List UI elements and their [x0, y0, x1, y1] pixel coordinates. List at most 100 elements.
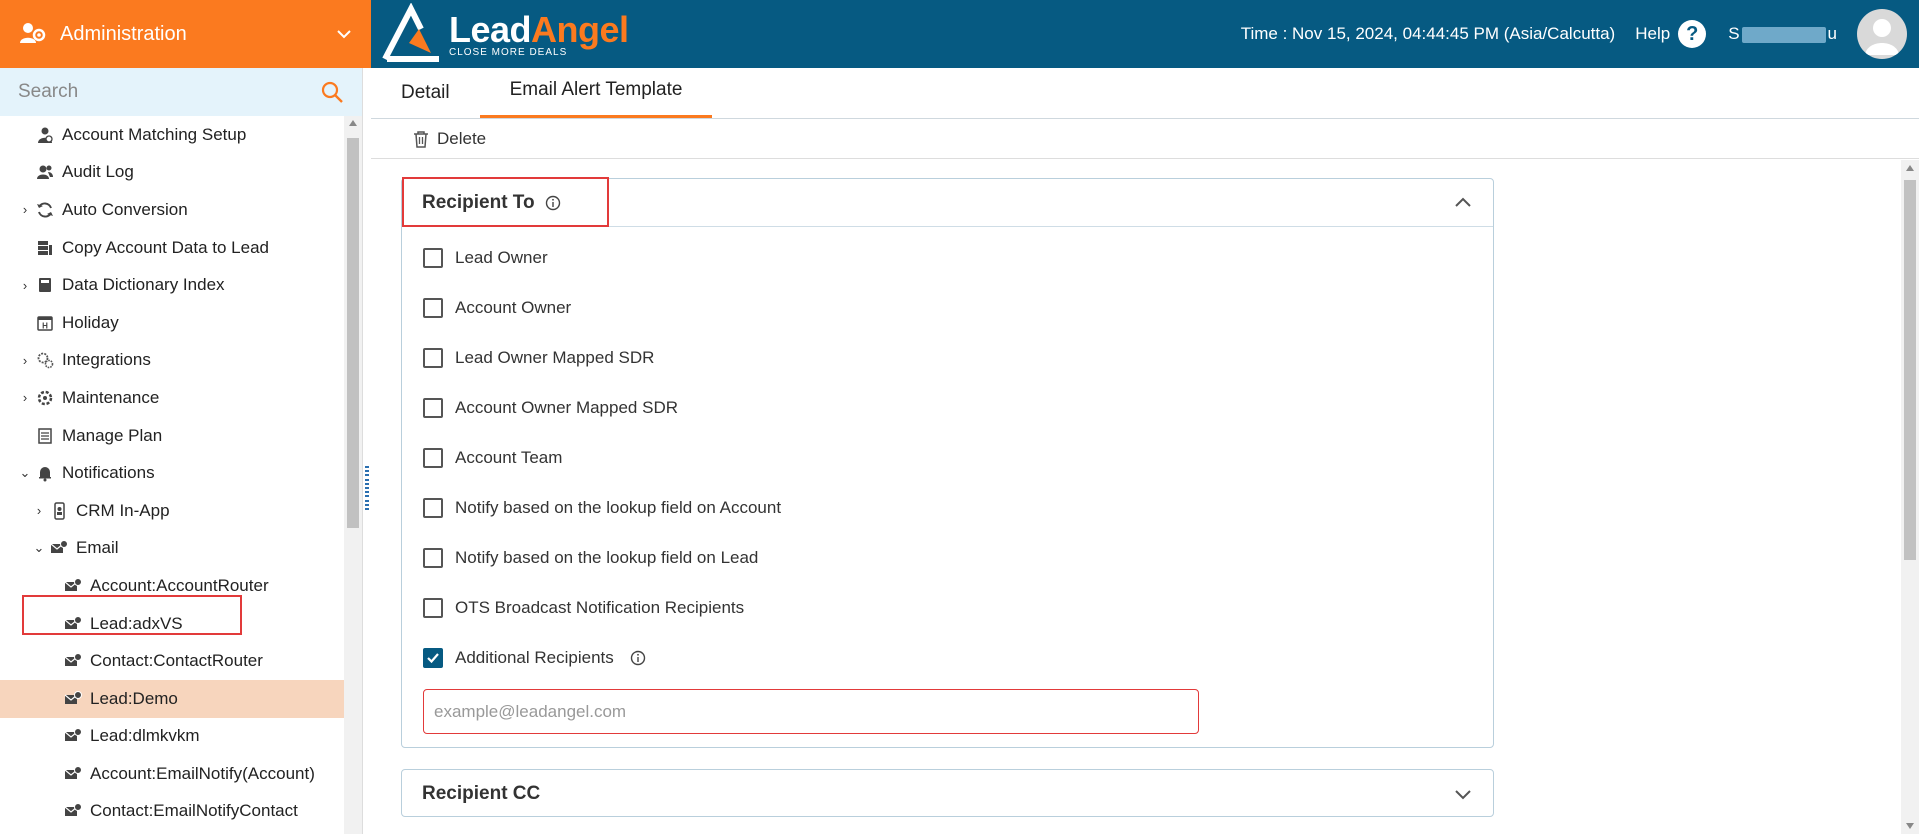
sidebar-item-holiday[interactable]: H Holiday — [0, 304, 344, 342]
trash-icon[interactable] — [413, 130, 429, 148]
current-time: Time : Nov 15, 2024, 04:44:45 PM (Asia/C… — [1240, 24, 1616, 43]
chevron-right-icon[interactable]: › — [18, 278, 32, 293]
sidebar-item-email-template[interactable]: Account:EmailNotify(Account) — [0, 755, 344, 793]
gear-icon — [37, 390, 53, 406]
option-ots-broadcast[interactable]: OTS Broadcast Notification Recipients — [402, 583, 1493, 633]
help-icon[interactable]: ? — [1678, 20, 1707, 48]
email-gear-icon — [50, 540, 68, 554]
sidebar-item-email[interactable]: ⌄ Email — [0, 530, 344, 568]
sidebar-item-email-template[interactable]: Contact:EmailNotifyContact — [0, 793, 344, 831]
main-panel: Detail Email Alert Template Delete Recip… — [371, 68, 1919, 834]
chevron-right-icon[interactable]: › — [18, 390, 32, 405]
user-name-suffix: u — [1827, 24, 1837, 43]
recipient-cc-header[interactable]: Recipient CC — [402, 770, 1493, 818]
chevron-right-icon[interactable]: › — [18, 353, 32, 368]
sidebar-item-notifications[interactable]: ⌄ Notifications — [0, 454, 344, 492]
sidebar-item-email-template[interactable]: Account:AccountRouter — [0, 567, 344, 605]
matching-user-icon — [38, 127, 53, 143]
admin-tree: Account Matching Setup Audit Log › Auto … — [0, 116, 344, 834]
checkbox[interactable] — [423, 598, 443, 618]
search-icon[interactable] — [320, 80, 344, 104]
sidebar-item-label: Manage Plan — [62, 425, 163, 445]
option-label: Additional Recipients — [455, 648, 614, 667]
help-link[interactable]: Help — [1635, 24, 1670, 44]
checkbox[interactable] — [423, 448, 443, 468]
brand-lead: Lead — [449, 8, 532, 50]
checkbox[interactable] — [423, 548, 443, 568]
info-icon[interactable] — [545, 195, 561, 211]
sidebar-item-maintenance[interactable]: › Maintenance — [0, 379, 344, 417]
scroll-up-icon[interactable] — [349, 120, 357, 126]
option-lead-owner[interactable]: Lead Owner — [402, 233, 1493, 283]
top-header: LeadAngel CLOSE MORE DEALS Time : Nov 15… — [371, 0, 1919, 68]
main-scroll-thumb[interactable] — [1904, 180, 1916, 560]
leadangel-logo-icon — [382, 3, 439, 62]
book-icon — [39, 278, 51, 293]
sidebar-item-manage-plan[interactable]: Manage Plan — [0, 417, 344, 455]
sidebar-item-label: Contact:ContactRouter — [90, 651, 263, 671]
leadangel-logo[interactable]: LeadAngel CLOSE MORE DEALS — [379, 0, 629, 68]
option-additional-recipients[interactable]: Additional Recipients — [402, 633, 1493, 683]
option-lookup-account[interactable]: Notify based on the lookup field on Acco… — [402, 483, 1493, 533]
bell-icon — [39, 467, 51, 482]
sidebar-item-account-matching-setup[interactable]: Account Matching Setup — [0, 116, 344, 154]
delete-button[interactable]: Delete — [437, 129, 486, 149]
option-lookup-lead[interactable]: Notify based on the lookup field on Lead — [402, 533, 1493, 583]
sidebar-item-auto-conversion[interactable]: › Auto Conversion — [0, 191, 344, 229]
main-scrollbar[interactable] — [1901, 160, 1919, 834]
sidebar-item-label: Contact:EmailNotifyContact — [90, 801, 298, 821]
users-icon — [37, 165, 53, 180]
sidebar-scrollbar[interactable] — [344, 116, 362, 834]
chevron-down-icon[interactable]: ⌄ — [18, 465, 32, 481]
chevron-up-icon[interactable] — [1453, 193, 1473, 213]
recipient-cc-title: Recipient CC — [422, 783, 541, 804]
chevron-down-icon[interactable] — [1453, 784, 1473, 804]
checkbox[interactable] — [423, 298, 443, 318]
checkbox[interactable] — [423, 498, 443, 518]
scroll-up-icon[interactable] — [1906, 165, 1914, 171]
sidebar-item-data-dictionary-index[interactable]: › Data Dictionary Index — [0, 266, 344, 304]
option-lead-owner-mapped-sdr[interactable]: Lead Owner Mapped SDR — [402, 333, 1493, 383]
sidebar: Account Matching Setup Audit Log › Auto … — [0, 68, 363, 834]
sidebar-resize-handle[interactable] — [363, 466, 371, 510]
chevron-down-icon[interactable]: ⌄ — [32, 540, 46, 556]
user-name-prefix: S — [1728, 24, 1740, 43]
mobile-icon — [54, 501, 65, 520]
tab-detail[interactable]: Detail — [401, 82, 480, 118]
sidebar-search — [0, 68, 362, 116]
additional-recipients-input[interactable] — [423, 689, 1199, 734]
database-copy-icon — [38, 240, 52, 255]
option-account-owner[interactable]: Account Owner — [402, 283, 1493, 333]
sidebar-item-integrations[interactable]: › Integrations — [0, 342, 344, 380]
option-label: Lead Owner Mapped SDR — [455, 348, 655, 367]
sidebar-item-label: Notifications — [62, 463, 155, 483]
sidebar-scroll-thumb[interactable] — [347, 138, 359, 528]
checkbox-checked[interactable] — [423, 648, 443, 668]
user-name[interactable]: Su — [1728, 24, 1837, 44]
option-account-team[interactable]: Account Team — [402, 433, 1493, 483]
chevron-right-icon[interactable]: › — [32, 503, 46, 518]
administration-menu[interactable]: Administration — [0, 0, 371, 68]
chevron-right-icon[interactable]: › — [18, 202, 32, 217]
tab-email-alert-template[interactable]: Email Alert Template — [479, 79, 713, 118]
option-label: Notify based on the lookup field on Lead — [455, 548, 759, 567]
sidebar-item-email-template[interactable]: Lead:dlmkvkm — [0, 718, 344, 756]
recipient-to-header[interactable]: Recipient To — [402, 177, 1493, 227]
option-account-owner-mapped-sdr[interactable]: Account Owner Mapped SDR — [402, 383, 1493, 433]
toolbar: Delete — [371, 119, 1919, 159]
sidebar-item-email-template[interactable]: Contact:ContactRouter — [0, 642, 344, 680]
sidebar-item-copy-account-data[interactable]: Copy Account Data to Lead — [0, 229, 344, 267]
avatar[interactable] — [1857, 9, 1907, 59]
info-icon[interactable] — [630, 650, 646, 666]
scroll-down-icon[interactable] — [1906, 823, 1914, 829]
checkbox[interactable] — [423, 248, 443, 268]
sidebar-item-email-template-selected[interactable]: Lead:Demo — [0, 679, 344, 718]
sidebar-item-crm-in-app[interactable]: › CRM In-App — [0, 492, 344, 530]
sidebar-item-label: Account:EmailNotify(Account) — [90, 763, 315, 783]
chevron-down-icon[interactable] — [335, 25, 353, 43]
checkbox[interactable] — [423, 398, 443, 418]
sidebar-item-email-template[interactable]: Lead:adxVS — [0, 605, 344, 643]
checkbox[interactable] — [423, 348, 443, 368]
sidebar-item-audit-log[interactable]: Audit Log — [0, 154, 344, 192]
search-input[interactable] — [18, 81, 320, 103]
